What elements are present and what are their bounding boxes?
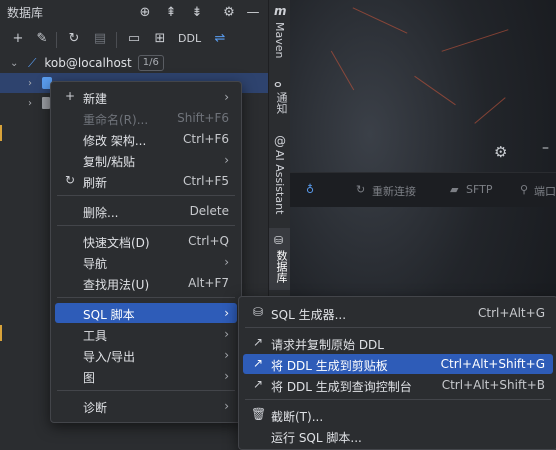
plus-icon: + [64, 89, 76, 103]
submenu-item-sql-generator[interactable]: ⛁ SQL 生成器... Ctrl+Alt+G [243, 303, 553, 323]
menu-separator [57, 297, 235, 298]
submenu-item-ddl-to-clipboard[interactable]: ↗ 将 DDL 生成到剪贴板 Ctrl+Alt+Shift+G [243, 354, 553, 374]
submenu-item-ddl-to-console[interactable]: ↗ 将 DDL 生成到查询控制台 Ctrl+Alt+Shift+B [243, 375, 553, 395]
datasource-properties-icon[interactable]: ✎ [32, 28, 52, 48]
strip-item-database: 数据库 [275, 250, 288, 283]
db-panel-title: 数据库 [7, 6, 44, 20]
port-button[interactable]: 端口 [534, 183, 556, 199]
menu-separator [57, 195, 235, 196]
table-view-icon[interactable]: ⊞ [150, 28, 170, 48]
stop-icon[interactable]: ▤ [90, 28, 110, 48]
menu-item-copy-paste[interactable]: 复制/粘贴 › [55, 150, 237, 170]
chevron-right-icon: › [224, 369, 229, 383]
sftp-icon: ▰ [450, 183, 459, 196]
submenu-item-truncate[interactable]: 🗑 截断(T)... [243, 405, 553, 425]
gear-icon[interactable]: ⚙ [220, 3, 238, 21]
refresh-icon: ↻ [64, 173, 76, 187]
toolbar-divider [116, 32, 117, 48]
gutter-marker [0, 325, 2, 341]
trash-icon: 🗑 [251, 407, 267, 421]
reconnect-icon: ↻ [356, 183, 366, 196]
settings-icon[interactable]: ⚙ [494, 143, 507, 161]
strip-item-notifications[interactable]: 通知 [273, 92, 289, 114]
sql-console-icon[interactable]: ▭ [124, 28, 144, 48]
toolbar-divider [56, 32, 57, 48]
bulb-icon[interactable]: ♁ [306, 183, 314, 196]
collapse-all-icon[interactable]: ⇟ [188, 3, 206, 21]
menu-separator [245, 327, 551, 328]
jump-icon[interactable]: ⇌ [210, 28, 230, 48]
database-icon: ⛁ [274, 234, 284, 247]
menu-item-diagnostics[interactable]: 诊断 › [55, 396, 237, 416]
chevron-right-icon: › [224, 399, 229, 413]
schema-count-badge: 1/6 [137, 55, 164, 71]
menu-item-new[interactable]: + 新建 › [55, 87, 237, 107]
db-panel-header: 数据库 ⊕ ⇞ ⇟ ⚙ — [0, 0, 268, 24]
port-icon: ⚲ [520, 183, 529, 196]
menu-item-delete[interactable]: 删除... Delete [55, 201, 237, 221]
notifications-icon: ⴰ [274, 76, 282, 90]
chevron-right-icon: › [224, 153, 229, 167]
datasource-label: kob@localhost [44, 56, 132, 70]
submenu-item-copy-raw-ddl[interactable]: ↗ 请求并复制原始 DDL [243, 333, 553, 353]
submenu-item-run-sql-script[interactable]: 运行 SQL 脚本... [243, 426, 553, 446]
copy-ddl-icon: ↗ [252, 335, 264, 349]
folder-icon [42, 97, 50, 109]
menu-separator [245, 399, 551, 400]
menu-item-quick-doc[interactable]: 快速文档(D) Ctrl+Q [55, 231, 237, 251]
terminal-toolbar: ♁ ↻ 重新连接 ▰ SFTP ⚲ 端口 [290, 172, 556, 207]
chevron-right-icon: › [224, 327, 229, 341]
sql-generator-icon: ⛁ [252, 305, 264, 319]
maven-icon: m [274, 4, 287, 18]
menu-item-tools[interactable]: 工具 › [55, 324, 237, 344]
db-toolbar: + ✎ ↻ ▤ ▭ ⊞ DDL ⇌ [0, 26, 268, 50]
expand-all-icon[interactable]: ⇞ [162, 3, 180, 21]
strip-item-database-active[interactable]: ⛁ 数据库 [269, 228, 291, 290]
chevron-right-icon[interactable]: › [28, 98, 32, 109]
chevron-right-icon: › [224, 90, 229, 104]
menu-item-diagrams[interactable]: 图 › [55, 366, 237, 386]
chevron-down-icon[interactable]: ⌄ [10, 58, 22, 69]
menu-item-import-export[interactable]: 导入/导出 › [55, 345, 237, 365]
refresh-icon[interactable]: ↻ [64, 28, 84, 48]
ddl-console-icon: ↗ [252, 377, 264, 391]
chevron-right-icon[interactable]: › [28, 78, 32, 89]
ddl-clipboard-icon: ↗ [252, 356, 264, 370]
chevron-right-icon: › [224, 306, 229, 320]
menu-separator [57, 225, 235, 226]
ai-assistant-icon: @ [274, 134, 286, 148]
minimize-icon[interactable]: – [542, 140, 549, 156]
menu-item-refresh[interactable]: ↻ 刷新 Ctrl+F5 [55, 171, 237, 191]
sftp-button[interactable]: SFTP [466, 183, 492, 196]
add-circle-icon[interactable]: ⊕ [136, 3, 154, 21]
menu-item-sql-scripts[interactable]: SQL 脚本 › [55, 303, 237, 323]
context-menu: + 新建 › 重命名(R)... Shift+F6 修改 架构... Ctrl+… [50, 81, 242, 423]
menu-separator [57, 390, 235, 391]
sql-scripts-submenu: ⛁ SQL 生成器... Ctrl+Alt+G ↗ 请求并复制原始 DDL ↗ … [238, 296, 556, 450]
chevron-right-icon: › [224, 255, 229, 269]
gutter-marker [0, 125, 2, 141]
menu-item-find-usages[interactable]: 查找用法(U) Alt+F7 [55, 273, 237, 293]
minimize-icon[interactable]: — [244, 3, 262, 21]
strip-item-maven[interactable]: Maven [273, 22, 286, 58]
reconnect-button[interactable]: 重新连接 [372, 183, 416, 199]
datasource-icon: ⟋ [28, 55, 37, 70]
menu-item-navigate[interactable]: 导航 › [55, 252, 237, 272]
strip-item-ai-assistant[interactable]: AI Assistant [273, 150, 286, 214]
menu-item-rename[interactable]: 重命名(R)... Shift+F6 [55, 108, 237, 128]
ddl-button[interactable]: DDL [178, 32, 201, 45]
add-icon[interactable]: + [8, 28, 28, 48]
menu-item-modify-schema[interactable]: 修改 架构... Ctrl+F6 [55, 129, 237, 149]
tree-row-datasource[interactable]: ⌄ ⟋ kob@localhost 1/6 [0, 53, 268, 73]
chevron-right-icon: › [224, 348, 229, 362]
